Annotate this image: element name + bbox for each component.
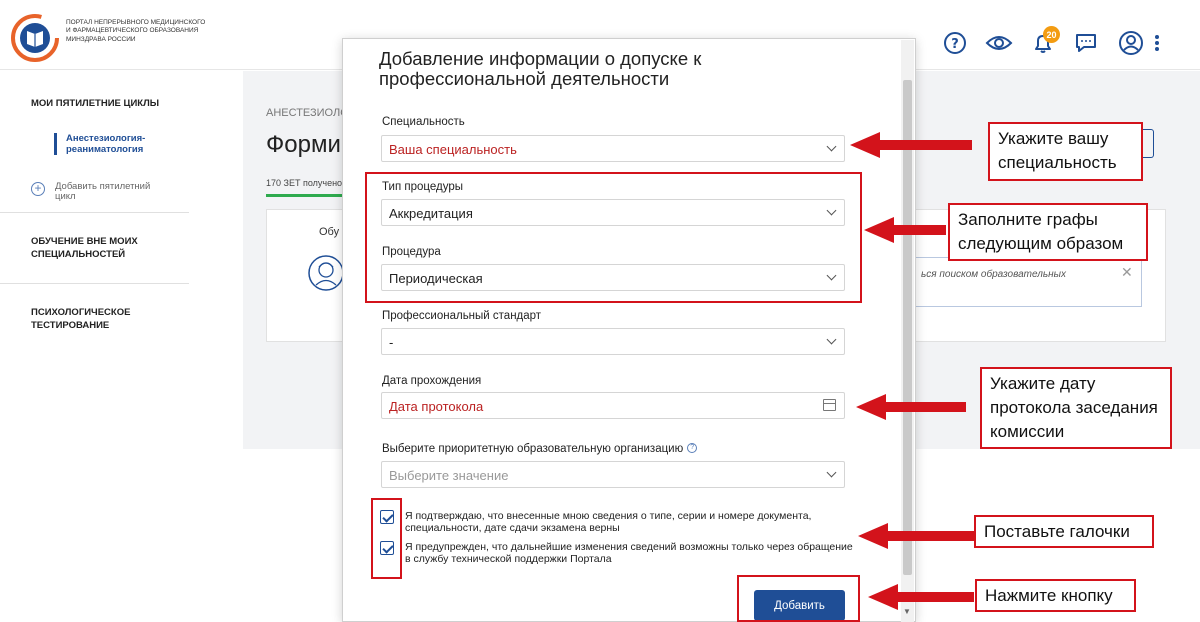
arrow-icon [868,584,974,610]
button-highlight-box [737,575,860,622]
date-input[interactable]: Дата протокола [381,392,845,419]
arrow-icon [850,132,972,158]
annotation-checkboxes: Поставьте галочки [974,515,1154,548]
add-cycle-button[interactable]: + Добавить пятилетний цикл [31,182,165,202]
arrow-icon [856,394,966,420]
calendar-icon[interactable] [823,399,836,411]
add-cycle-label: Добавить пятилетний цикл [55,181,151,202]
annotation-procedure: Заполните графы следующим образом [948,203,1148,261]
svg-text:?: ? [951,37,959,52]
annotation-date: Укажите дату протокола заседания комисси… [980,367,1172,449]
plus-icon: + [31,182,45,196]
warning-checkbox-label: Я предупрежден, что дальнейшие изменения… [405,541,853,565]
org-placeholder: Выберите значение [389,468,509,483]
prof-standard-value: - [389,335,394,350]
chevron-down-icon [826,334,837,345]
more-icon[interactable] [1144,28,1170,58]
annotation-button: Нажмите кнопку [975,579,1136,612]
portal-logo[interactable] [10,13,60,63]
sidebar-divider [0,212,189,213]
procedure-highlight-box [365,172,862,303]
help-icon[interactable]: ? [687,443,698,453]
sidebar-item-outside-training[interactable]: ОБУЧЕНИЕ ВНЕ МОИХ СПЕЦИАЛЬНОСТЕЙ [31,235,151,261]
page-title: Форми [266,131,341,158]
breadcrumb[interactable]: АНЕСТЕЗИОЛО [266,107,349,119]
prof-standard-select[interactable]: - [381,328,845,355]
date-label: Дата прохождения [382,375,482,387]
arrow-icon [864,217,946,243]
zet-counter: 170 ЗЕТ получено [266,178,343,188]
sidebar-item-psych-testing[interactable]: ПСИХОЛОГИЧЕСКОЕ ТЕСТИРОВАНИЕ [31,306,141,332]
specialty-select[interactable]: Ваша специальность [381,135,845,162]
sidebar-item-my-cycles[interactable]: МОИ ПЯТИЛЕТНИЕ ЦИКЛЫ [31,97,159,110]
eye-icon[interactable] [984,28,1014,58]
logo-text: Портал непрерывного медицинского и фарма… [66,19,206,43]
sidebar: МОИ ПЯТИЛЕТНИЕ ЦИКЛЫ Анестезиология-реан… [0,71,243,622]
specialty-value: Ваша специальность [389,142,517,157]
annotation-specialty: Укажите вашу специальность [988,122,1143,181]
date-value: Дата протокола [389,399,484,414]
chevron-down-icon [826,467,837,478]
notification-badge: 20 [1043,26,1060,43]
arrow-icon [858,523,974,549]
org-label: Выберите приоритетную образовательную ор… [382,443,698,455]
zet-progress-bar [266,194,342,197]
prof-standard-label: Профессиональный стандарт [382,310,542,322]
help-icon[interactable]: ? [940,28,970,58]
confirm-checkbox-label: Я подтверждаю, что внесенные мною сведен… [405,510,812,534]
org-label-text: Выберите приоритетную образовательную ор… [382,443,684,455]
card-title: Обу [319,226,340,238]
hint-banner: ься поиском образовательных [902,257,1142,307]
modal-title: Добавление информации о допуске к профес… [379,48,702,89]
sidebar-divider [0,283,189,284]
checkbox-highlight-box [371,498,402,579]
chevron-down-icon [826,141,837,152]
close-icon[interactable]: ✕ [1121,264,1133,281]
sidebar-item-anesthesiology[interactable]: Анестезиология-реаниматология [54,133,184,155]
user-icon[interactable] [1116,28,1146,58]
chat-icon[interactable] [1071,28,1101,58]
specialty-label: Специальность [382,116,465,128]
org-select[interactable]: Выберите значение [381,461,845,488]
doctor-avatar-icon [308,255,344,291]
